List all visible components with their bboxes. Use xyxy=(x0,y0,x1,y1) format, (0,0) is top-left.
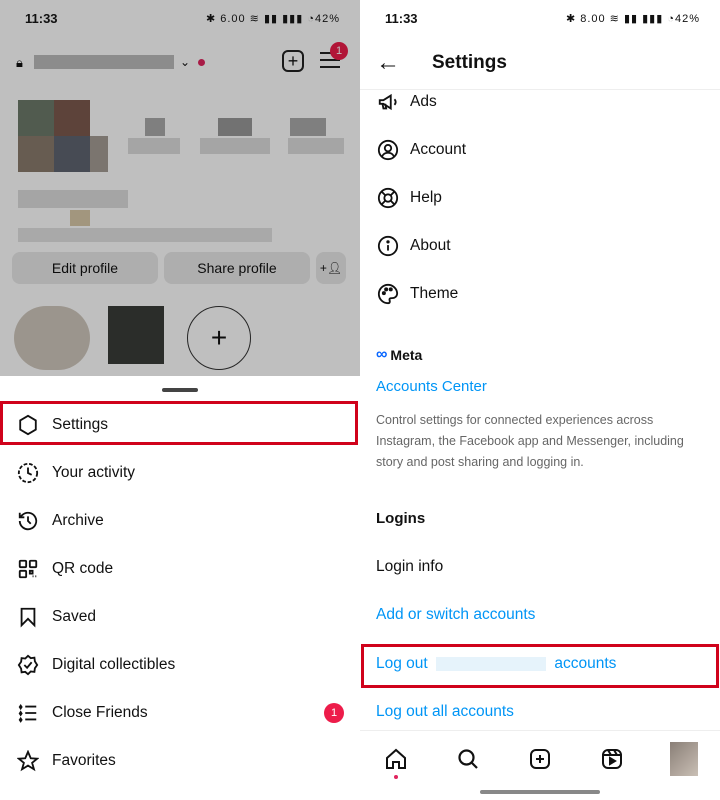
settings-item-label: About xyxy=(410,237,451,254)
highlight-box-settings xyxy=(0,401,358,445)
reels-icon[interactable] xyxy=(598,745,626,773)
meta-logo: ∞ Meta xyxy=(376,346,422,364)
page-title: Settings xyxy=(432,51,507,73)
settings-panel: 11:33 ✱ 8.00 ≋ ▮▮ ▮▮▮ ◔42% ← Settings Ad… xyxy=(360,0,720,800)
status-icons: ✱ 6.00 ≋ ▮▮ ▮▮▮ ◔42% xyxy=(205,12,340,25)
dim-overlay[interactable] xyxy=(0,0,360,376)
sheet-item-close-friends[interactable]: Close Friends 1 xyxy=(0,689,360,737)
sheet-item-saved[interactable]: Saved xyxy=(0,593,360,641)
settings-item-account[interactable]: Account xyxy=(360,126,720,174)
status-bar: 11:33 ✱ 6.00 ≋ ▮▮ ▮▮▮ ◔42% xyxy=(0,0,360,36)
accounts-center-description: Control settings for connected experienc… xyxy=(376,413,684,469)
sheet-item-label: Your activity xyxy=(52,464,135,481)
settings-item-help[interactable]: Help xyxy=(360,174,720,222)
sheet-item-your-activity[interactable]: Your activity xyxy=(0,449,360,497)
meta-logo-text: Meta xyxy=(390,347,423,363)
megaphone-icon xyxy=(376,90,400,114)
activity-icon xyxy=(16,461,40,485)
qr-code-icon xyxy=(16,557,40,581)
sheet-drag-handle[interactable] xyxy=(162,388,198,392)
sheet-item-archive[interactable]: Archive xyxy=(0,497,360,545)
close-friends-icon xyxy=(16,701,40,725)
bookmark-icon xyxy=(16,605,40,629)
help-icon xyxy=(376,186,400,210)
system-nav-handle[interactable] xyxy=(480,790,600,794)
close-friends-badge: 1 xyxy=(324,703,344,723)
meta-infinity-icon: ∞ xyxy=(376,346,388,363)
accounts-center-link[interactable]: Accounts Center xyxy=(376,378,487,395)
home-notification-dot xyxy=(394,774,398,779)
archive-icon xyxy=(16,509,40,533)
settings-item-theme[interactable]: Theme xyxy=(360,270,720,318)
logins-heading: Logins xyxy=(376,510,426,527)
sheet-item-label: Close Friends xyxy=(52,704,148,721)
search-icon[interactable] xyxy=(454,745,482,773)
star-icon xyxy=(16,749,40,773)
status-bar: 11:33 ✱ 8.00 ≋ ▮▮ ▮▮▮ ◔42% xyxy=(360,0,720,36)
profile-avatar[interactable] xyxy=(670,741,698,776)
settings-item-label: Help xyxy=(410,189,442,206)
add-switch-accounts-link[interactable]: Add or switch accounts xyxy=(376,606,535,624)
status-time: 11:33 xyxy=(385,10,418,26)
sheet-item-digital-collectibles[interactable]: Digital collectibles xyxy=(0,641,360,689)
create-post-icon[interactable] xyxy=(526,745,554,773)
info-icon xyxy=(376,234,400,258)
settings-item-label: Account xyxy=(410,141,467,158)
status-icons: ✱ 8.00 ≋ ▮▮ ▮▮▮ ◔42% xyxy=(565,12,700,25)
bottom-sheet-menu: Settings Your activity Archive QR code S… xyxy=(0,376,360,800)
login-info-item[interactable]: Login info xyxy=(376,558,443,576)
sheet-item-label: Saved xyxy=(52,608,96,625)
sheet-item-label: Digital collectibles xyxy=(52,656,176,673)
settings-item-label: Theme xyxy=(410,285,459,302)
highlight-box-log-out xyxy=(361,644,719,688)
back-arrow-icon[interactable]: ← xyxy=(376,49,404,77)
log-out-all-link[interactable]: Log out all accounts xyxy=(376,703,514,721)
bottom-tab-bar xyxy=(360,730,720,786)
settings-item-about[interactable]: About xyxy=(360,222,720,270)
palette-icon xyxy=(376,282,400,306)
settings-header: ← Settings xyxy=(360,36,720,90)
account-icon xyxy=(376,138,400,162)
profile-menu-panel: 11:33 ✱ 6.00 ≋ ▮▮ ▮▮▮ ◔42% 🔒︎ ⌄ + 1 Edit… xyxy=(0,0,360,800)
status-time: 11:33 xyxy=(25,10,58,26)
sheet-item-label: Archive xyxy=(52,512,104,529)
sheet-item-qr-code[interactable]: QR code xyxy=(0,545,360,593)
collectibles-icon xyxy=(16,653,40,677)
settings-item-label: Ads xyxy=(410,93,437,110)
home-icon[interactable] xyxy=(382,745,410,779)
sheet-item-label: QR code xyxy=(52,560,114,577)
sheet-item-favorites[interactable]: Favorites xyxy=(0,737,360,785)
avatar xyxy=(670,741,698,776)
sheet-item-label: Favorites xyxy=(52,752,116,769)
